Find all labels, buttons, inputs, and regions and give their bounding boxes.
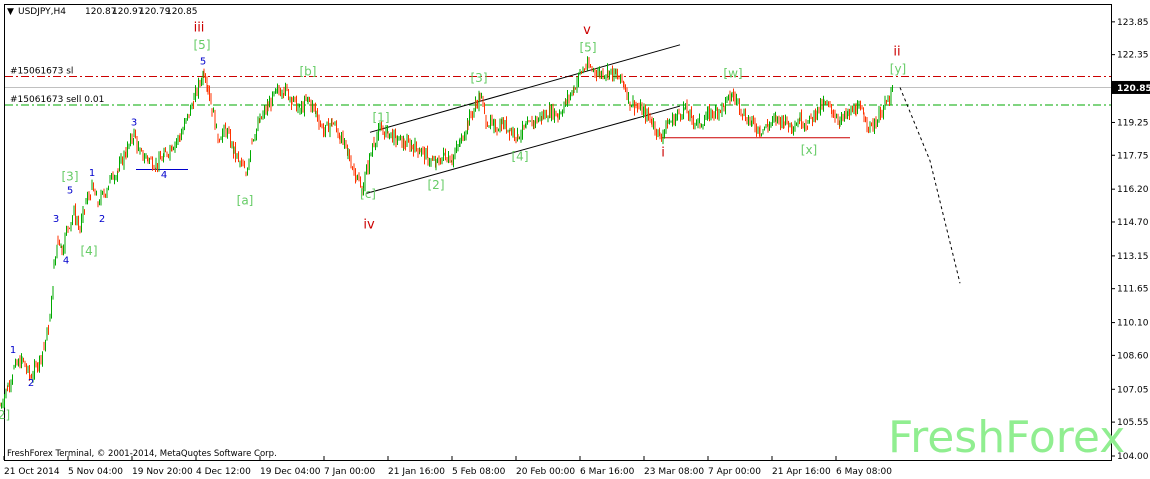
y-tick-label: 107.05	[1117, 385, 1149, 395]
wave-label: [5]	[194, 38, 211, 52]
x-tick-label: 19 Dec 04:00	[260, 467, 321, 477]
current-price-value: 120.85	[1117, 84, 1150, 94]
wave-label: [c]	[360, 187, 376, 201]
wave-label: [x]	[801, 143, 817, 157]
copyright-footer: FreshForex Terminal, © 2001-2014, MetaQu…	[7, 449, 277, 459]
y-tick-label: 123.85	[1117, 18, 1149, 28]
x-tick-label: 21 Jan 16:00	[388, 467, 445, 477]
wave-label: i	[661, 145, 665, 160]
x-tick-label: 5 Nov 04:00	[68, 467, 123, 477]
sell-order-label: #15061673 sell 0.01	[10, 95, 104, 105]
wave-label: 3	[131, 118, 137, 129]
x-tick-label: 21 Apr 16:00	[772, 467, 831, 477]
wave-label: 5	[67, 186, 73, 197]
x-tick-label: 7 Jan 00:00	[324, 467, 376, 477]
y-tick-label: 117.75	[1117, 151, 1149, 161]
y-tick-label: 122.35	[1117, 51, 1149, 61]
x-tick-label: 21 Oct 2014	[4, 467, 60, 477]
x-tick-label: 6 Mar 16:00	[580, 467, 635, 477]
symbol-info-arrow: ▼	[7, 7, 14, 17]
wave-label: 1	[89, 168, 95, 179]
wave-label: 1	[10, 345, 16, 356]
x-tick-label: 5 Feb 08:00	[452, 467, 506, 477]
wave-label: [y]	[890, 62, 906, 76]
y-tick-label: 114.70	[1117, 218, 1149, 228]
x-tick-label: 6 May 08:00	[836, 467, 892, 477]
wave-label: [4]	[81, 244, 98, 258]
wave-label: ii	[893, 45, 900, 60]
x-tick-label: 7 Apr 00:00	[708, 467, 761, 477]
x-tick-label: 23 Mar 08:00	[644, 467, 704, 477]
watermark-logo: FreshForex	[888, 412, 1125, 463]
price-chart[interactable]: 123.85 122.35 120.85 119.25 117.75 116.20 114.…	[0, 0, 1150, 479]
wave-label: [w]	[723, 67, 742, 81]
chart-background	[0, 0, 1150, 479]
y-tick-label: 116.20	[1117, 185, 1149, 195]
close-price: 120.85	[166, 7, 198, 17]
wave-label: [2]	[428, 178, 445, 192]
wave-label: iv	[363, 218, 375, 233]
y-tick-label: 110.10	[1117, 319, 1149, 329]
wave-label: [3]	[62, 169, 79, 183]
wave-label: v	[583, 23, 591, 38]
x-tick-label: 20 Feb 00:00	[516, 467, 575, 477]
symbol-label: USDJPY,H4	[18, 7, 66, 17]
wave-label: [a]	[237, 193, 254, 207]
y-tick-label: 108.60	[1117, 351, 1149, 361]
wave-label: [3]	[471, 71, 488, 85]
stop-loss-label: #15061673 sl	[10, 67, 73, 77]
y-tick-label: 111.65	[1117, 285, 1149, 295]
wave-label: 2	[28, 378, 34, 389]
wave-label: 2	[99, 214, 105, 225]
wave-label: [4]	[512, 150, 529, 164]
wave-label: 5	[200, 56, 206, 67]
wave-label: [5]	[580, 40, 597, 54]
y-tick-label: 119.25	[1117, 118, 1149, 128]
wave-label: iii	[194, 21, 205, 36]
x-tick-label: 19 Nov 20:00	[132, 467, 193, 477]
x-tick-label: 4 Dec 12:00	[196, 467, 251, 477]
wave-label: 2]	[0, 408, 10, 422]
wave-label: 4	[63, 256, 69, 267]
wave-label: [1]	[373, 110, 390, 124]
wave-label: [b]	[300, 64, 317, 78]
wave-label: 4	[161, 170, 167, 181]
y-tick-label: 113.15	[1117, 252, 1149, 262]
wave-label: 3	[53, 214, 59, 225]
